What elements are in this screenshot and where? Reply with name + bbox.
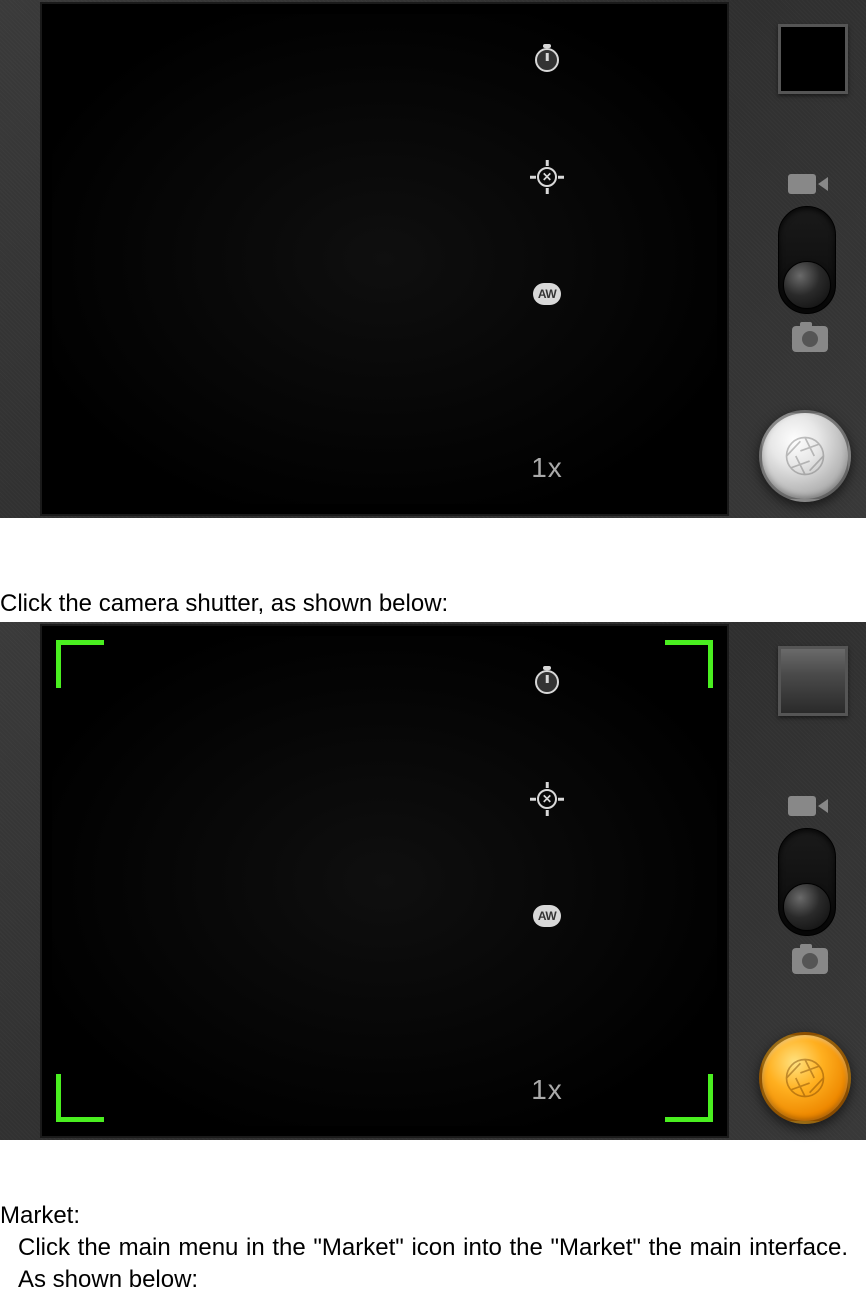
side-panel: [746, 0, 866, 518]
viewfinder: ✕ AW 1x: [40, 624, 729, 1138]
focus-bracket-bottom-right: [665, 1074, 713, 1122]
aperture-icon: [784, 435, 826, 477]
timer-icon[interactable]: [531, 666, 563, 698]
photo-mode-icon[interactable]: [792, 948, 828, 974]
mode-slider-knob[interactable]: [783, 883, 831, 931]
camera-controls-column: ✕ AW 1x: [517, 626, 577, 1136]
preview-thumbnail[interactable]: [778, 646, 848, 716]
shutter-button[interactable]: [759, 410, 851, 502]
zoom-indicator[interactable]: 1x: [531, 452, 563, 484]
caption-text: Click the camera shutter, as shown below…: [0, 590, 866, 618]
shutter-button-pressed[interactable]: [759, 1032, 851, 1124]
video-mode-icon[interactable]: [788, 794, 828, 818]
white-balance-icon[interactable]: AW: [531, 900, 563, 932]
zoom-indicator[interactable]: 1x: [531, 1074, 563, 1106]
focus-bracket-top-left: [56, 640, 104, 688]
aperture-icon: [784, 1057, 826, 1099]
focus-mode-icon[interactable]: ✕: [531, 783, 563, 815]
camera-controls-column: ✕ AW 1x: [517, 4, 577, 514]
viewfinder: ✕ AW 1x: [40, 2, 729, 516]
mode-slider-knob[interactable]: [783, 261, 831, 309]
camera-screenshot-idle: ✕ AW 1x: [0, 0, 866, 518]
timer-icon[interactable]: [531, 44, 563, 76]
video-mode-icon[interactable]: [788, 172, 828, 196]
focus-bracket-bottom-left: [56, 1074, 104, 1122]
side-panel: [746, 622, 866, 1140]
white-balance-icon[interactable]: AW: [531, 278, 563, 310]
section-body: Click the main menu in the "Market" icon…: [18, 1232, 848, 1297]
focus-mode-icon[interactable]: ✕: [531, 161, 563, 193]
section-heading: Market:: [0, 1202, 866, 1230]
mode-slider[interactable]: [778, 828, 836, 936]
photo-mode-icon[interactable]: [792, 326, 828, 352]
focus-bracket-top-right: [665, 640, 713, 688]
preview-thumbnail[interactable]: [778, 24, 848, 94]
camera-screenshot-pressed: ✕ AW 1x: [0, 622, 866, 1140]
mode-slider[interactable]: [778, 206, 836, 314]
